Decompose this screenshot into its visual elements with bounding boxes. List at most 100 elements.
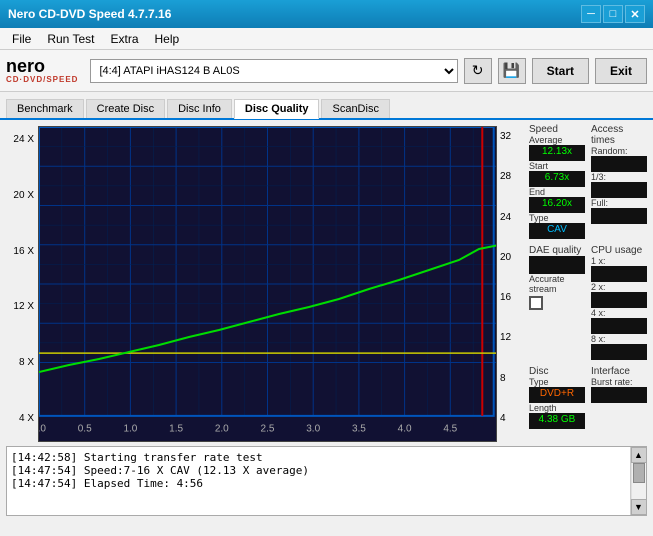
y-right-4: 4 [500,413,506,424]
type-label: Type [529,213,585,223]
tab-benchmark[interactable]: Benchmark [6,99,84,118]
y-label-16: 16 X [13,246,34,257]
nero-product: CD·DVD/SPEED [6,75,78,84]
start-value: 6.73x [529,171,585,187]
end-value: 16.20x [529,197,585,213]
refresh-button[interactable]: ↻ [464,58,492,84]
log-line-1: [14:42:58] Starting transfer rate test [11,451,626,464]
svg-text:0.5: 0.5 [78,424,92,435]
svg-text:1.0: 1.0 [123,424,137,435]
drive-select[interactable]: [4:4] ATAPI iHAS124 B AL0S [90,59,457,83]
2x-value [591,292,647,308]
disc-length-label: Length [529,403,585,413]
type-value: CAV [529,223,585,239]
8x-value [591,344,647,360]
svg-text:2.5: 2.5 [261,424,275,435]
disc-interface-row: Disc Type DVD+R Length 4.38 GB Interface… [529,366,647,429]
nero-brand: nero [6,57,45,75]
start-button[interactable]: Start [532,58,589,84]
tab-create-disc[interactable]: Create Disc [86,99,165,118]
title-bar: Nero CD-DVD Speed 4.7.7.16 ─ □ ✕ [0,0,653,28]
stats-panel: Speed Average 12.13x Start 6.73x End 16.… [523,120,653,446]
access-label: Access times [591,124,647,146]
y-label-20: 20 X [13,190,34,201]
y-right-28: 28 [500,171,511,182]
exit-button[interactable]: Exit [595,58,647,84]
scroll-thumb[interactable] [633,463,645,483]
4x-label: 4 x: [591,308,647,318]
access-times-section: Access times Random: 1/3: Full: [591,124,647,239]
avg-value: 12.13x [529,145,585,161]
speed-access-row: Speed Average 12.13x Start 6.73x End 16.… [529,124,647,239]
interface-label: Interface [591,366,647,377]
y-right-12: 12 [500,332,511,343]
burst-rate-value [591,387,647,403]
start-label: Start [529,161,585,171]
dae-label: DAE quality [529,245,585,256]
menu-extra[interactable]: Extra [102,30,146,48]
toolbar: nero CD·DVD/SPEED [4:4] ATAPI iHAS124 B … [0,50,653,92]
svg-text:4.0: 4.0 [398,424,412,435]
tab-scan-disc[interactable]: ScanDisc [321,99,389,118]
nero-logo: nero CD·DVD/SPEED [6,57,78,84]
y-right-8: 8 [500,373,506,384]
y-axis-left: 24 X 20 X 16 X 12 X 8 X 4 X [6,126,38,442]
svg-text:2.0: 2.0 [215,424,229,435]
menu-run-test[interactable]: Run Test [39,30,102,48]
y-right-20: 20 [500,252,511,263]
disc-label: Disc [529,366,585,377]
scroll-up-button[interactable]: ▲ [631,447,647,463]
chart-svg: 0.0 0.5 1.0 1.5 2.0 2.5 3.0 3.5 4.0 4.5 [38,126,497,442]
svg-text:3.5: 3.5 [352,424,366,435]
y-label-24: 24 X [13,134,34,145]
full-label: Full: [591,198,647,208]
y-label-12: 12 X [13,301,34,312]
one-third-value [591,182,647,198]
minimize-button[interactable]: ─ [581,5,601,23]
svg-text:3.0: 3.0 [306,424,320,435]
menu-file[interactable]: File [4,30,39,48]
log-line-3: [14:47:54] Elapsed Time: 4:56 [11,477,626,490]
random-label: Random: [591,146,647,156]
accurate-stream-row [529,296,585,310]
avg-label: Average [529,135,585,145]
y-label-4: 4 X [19,413,34,424]
tab-disc-info[interactable]: Disc Info [167,99,232,118]
scroll-down-button[interactable]: ▼ [631,499,647,515]
menu-help[interactable]: Help [147,30,188,48]
2x-label: 2 x: [591,282,647,292]
disc-type-label: Type [529,377,585,387]
maximize-button[interactable]: □ [603,5,623,23]
save-button[interactable]: 💾 [498,58,526,84]
window-controls: ─ □ ✕ [581,5,645,23]
dae-value [529,256,585,274]
cpu-section: CPU usage 1 x: 2 x: 4 x: 8 x: [591,245,647,360]
one-third-label: 1/3: [591,172,647,182]
svg-text:0.0: 0.0 [38,424,46,435]
y-right-32: 32 [500,131,511,142]
disc-section: Disc Type DVD+R Length 4.38 GB [529,366,585,429]
full-value [591,208,647,224]
log-area: [14:42:58] Starting transfer rate test [… [6,446,647,516]
1x-value [591,266,647,282]
y-axis-right: 32 28 24 20 16 12 8 4 [497,126,521,442]
end-label: End [529,187,585,197]
scroll-track [632,463,646,499]
tab-disc-quality[interactable]: Disc Quality [234,99,320,119]
y-right-24: 24 [500,212,511,223]
svg-text:1.5: 1.5 [169,424,183,435]
interface-section: Interface Burst rate: [591,366,647,429]
log-scrollbar: ▲ ▼ [630,447,646,515]
accurate-stream-label: Accurate stream [529,274,585,294]
menu-bar: File Run Test Extra Help [0,28,653,50]
log-line-2: [14:47:54] Speed:7-16 X CAV (12.13 X ave… [11,464,626,477]
1x-label: 1 x: [591,256,647,266]
close-button[interactable]: ✕ [625,5,645,23]
accurate-stream-checkbox[interactable] [529,296,543,310]
speed-label: Speed [529,124,585,135]
4x-value [591,318,647,334]
tabs-bar: Benchmark Create Disc Disc Info Disc Qua… [0,92,653,120]
random-value [591,156,647,172]
dae-section: DAE quality Accurate stream [529,245,585,360]
y-label-8: 8 X [19,357,34,368]
